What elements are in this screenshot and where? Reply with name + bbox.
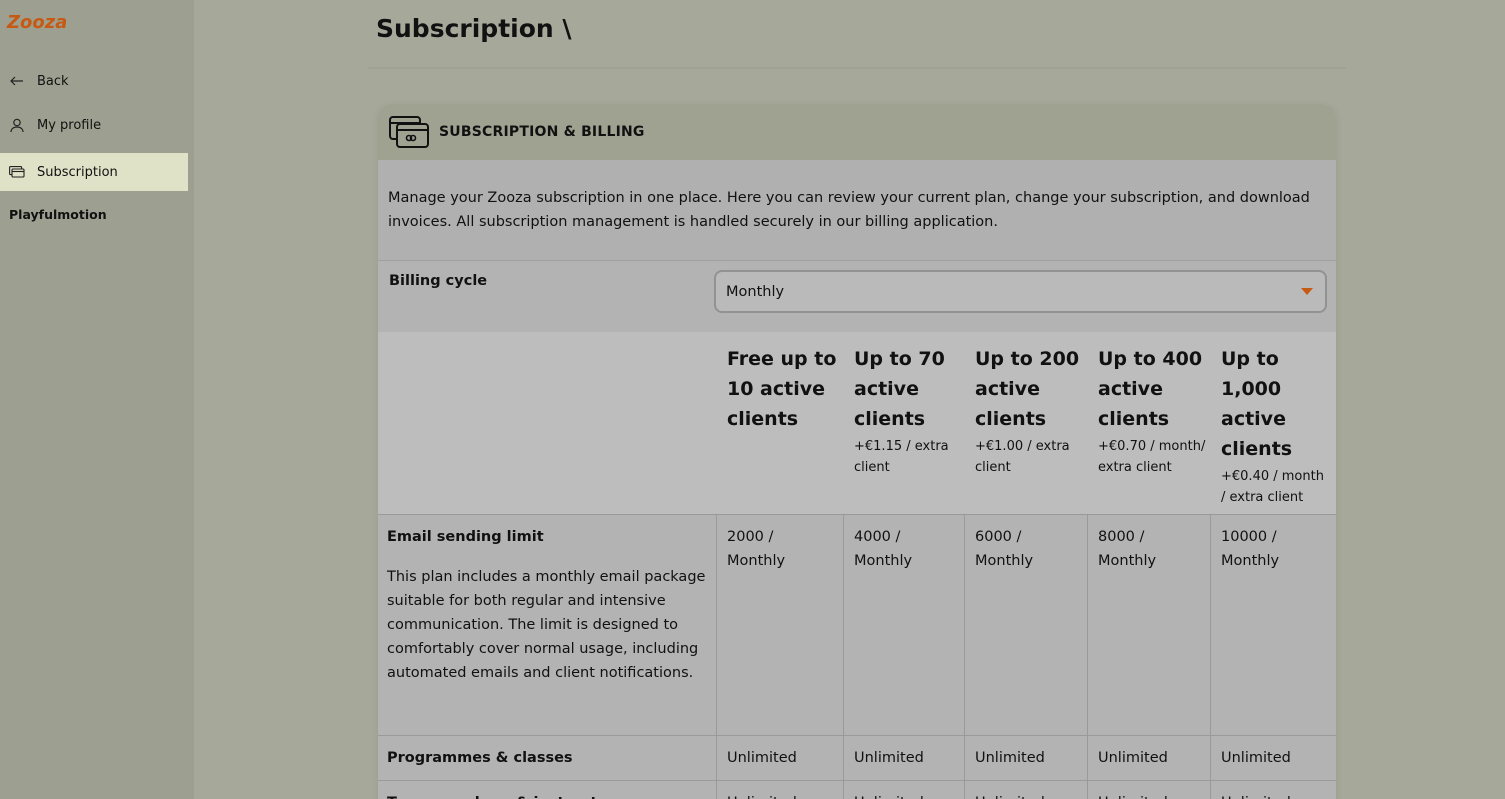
sidebar-item-label: Back xyxy=(37,73,69,89)
feature-cell: Email sending limit This plan includes a… xyxy=(378,515,716,735)
table-cell: Unlimited xyxy=(716,736,843,780)
logo-mark: Zooza xyxy=(6,12,67,33)
plan-name: Up to 70 active clients xyxy=(854,348,945,430)
feature-cell: Programmes & classes xyxy=(378,736,716,780)
sidebar-item-label: Subscription xyxy=(37,164,118,180)
table-cell: 6000 / Monthly xyxy=(964,515,1087,735)
plan-extra: +€1.00 / extra client xyxy=(975,439,1070,475)
plan-extra: +€1.15 / extra client xyxy=(854,439,949,475)
plan-name: Up to 1,000 active clients xyxy=(1221,348,1293,460)
table-row-programmes: Programmes & classes Unlimited Unlimited… xyxy=(378,735,1336,780)
plan-header: Up to 400 active clients +€0.70 / month/… xyxy=(1098,344,1208,478)
table-cell: Unlimited xyxy=(843,736,964,780)
table-cell: 8000 / Monthly xyxy=(1087,515,1210,735)
table-cell: 2000 / Monthly xyxy=(716,515,843,735)
table-cell: Unlimited xyxy=(1087,781,1210,799)
table-cell: Unlimited xyxy=(1087,736,1210,780)
zooza-logo[interactable]: Zooza xyxy=(6,8,67,36)
plan-name: Free up to 10 active clients xyxy=(727,348,837,430)
plan-header: Free up to 10 active clients xyxy=(727,344,847,436)
sidebar-item-subscription[interactable]: Subscription xyxy=(0,153,188,191)
sidebar-item-back[interactable]: Back xyxy=(0,62,188,100)
logo-text: Zooza xyxy=(6,12,66,33)
billing-cycle-label: Billing cycle xyxy=(389,273,488,289)
plan-name: Up to 200 active clients xyxy=(975,348,1080,430)
table-cell: Unlimited xyxy=(843,781,964,799)
plan-extra: +€0.40 / month / extra client xyxy=(1221,469,1324,505)
plans-table: Free up to 10 active clients Up to 70 ac… xyxy=(378,332,1336,799)
arrow-left-icon xyxy=(9,73,25,89)
table-cell: Unlimited xyxy=(716,781,843,799)
subscription-card: SUBSCRIPTION & BILLING Manage your Zooza… xyxy=(378,104,1336,799)
table-cell: Unlimited xyxy=(1210,736,1336,780)
organization-name: Playfulmotion xyxy=(9,207,107,222)
table-cell: 10000 / Monthly xyxy=(1210,515,1336,735)
table-cell: Unlimited xyxy=(1210,781,1336,799)
plans-header-row: Free up to 10 active clients Up to 70 ac… xyxy=(378,332,1336,514)
sidebar-item-label: My profile xyxy=(37,117,102,133)
credit-card-icon xyxy=(9,164,25,180)
plan-name: Up to 400 active clients xyxy=(1098,348,1203,430)
caret-down-icon xyxy=(1301,288,1313,295)
sidebar-item-my-profile[interactable]: My profile xyxy=(0,106,188,144)
billing-cycle-select[interactable]: Monthly xyxy=(714,270,1327,313)
plan-header: Up to 1,000 active clients +€0.40 / mont… xyxy=(1221,344,1331,508)
card-title: SUBSCRIPTION & BILLING xyxy=(439,124,645,140)
feature-label: Programmes & classes xyxy=(387,750,573,766)
plan-extra: +€0.70 / month/ extra client xyxy=(1098,439,1206,475)
table-row-email-limit: Email sending limit This plan includes a… xyxy=(378,514,1336,735)
plan-header: Up to 70 active clients +€1.15 / extra c… xyxy=(854,344,962,478)
page-title: Subscription \ xyxy=(376,14,572,43)
billing-cycle-value: Monthly xyxy=(726,283,785,300)
card-header: SUBSCRIPTION & BILLING xyxy=(378,104,1336,160)
billing-cycle-row: Billing cycle Monthly xyxy=(378,260,1336,332)
feature-cell: Team members & instructors xyxy=(378,781,716,799)
divider xyxy=(368,67,1346,69)
table-cell: 4000 / Monthly xyxy=(843,515,964,735)
table-cell: Unlimited xyxy=(964,781,1087,799)
plan-header: Up to 200 active clients +€1.00 / extra … xyxy=(975,344,1087,478)
sidebar: Zooza Back My profile Subscription Playf… xyxy=(0,0,194,799)
user-icon xyxy=(9,117,25,133)
feature-label: Email sending limit xyxy=(387,529,544,545)
feature-label: Team members & instructors xyxy=(387,791,706,799)
table-row-team-members: Team members & instructors Unlimited Unl… xyxy=(378,780,1336,799)
card-intro-text: Manage your Zooza subscription in one pl… xyxy=(388,190,1310,230)
credit-cards-icon xyxy=(388,114,430,150)
feature-description: This plan includes a monthly email packa… xyxy=(387,569,706,681)
table-cell: Unlimited xyxy=(964,736,1087,780)
